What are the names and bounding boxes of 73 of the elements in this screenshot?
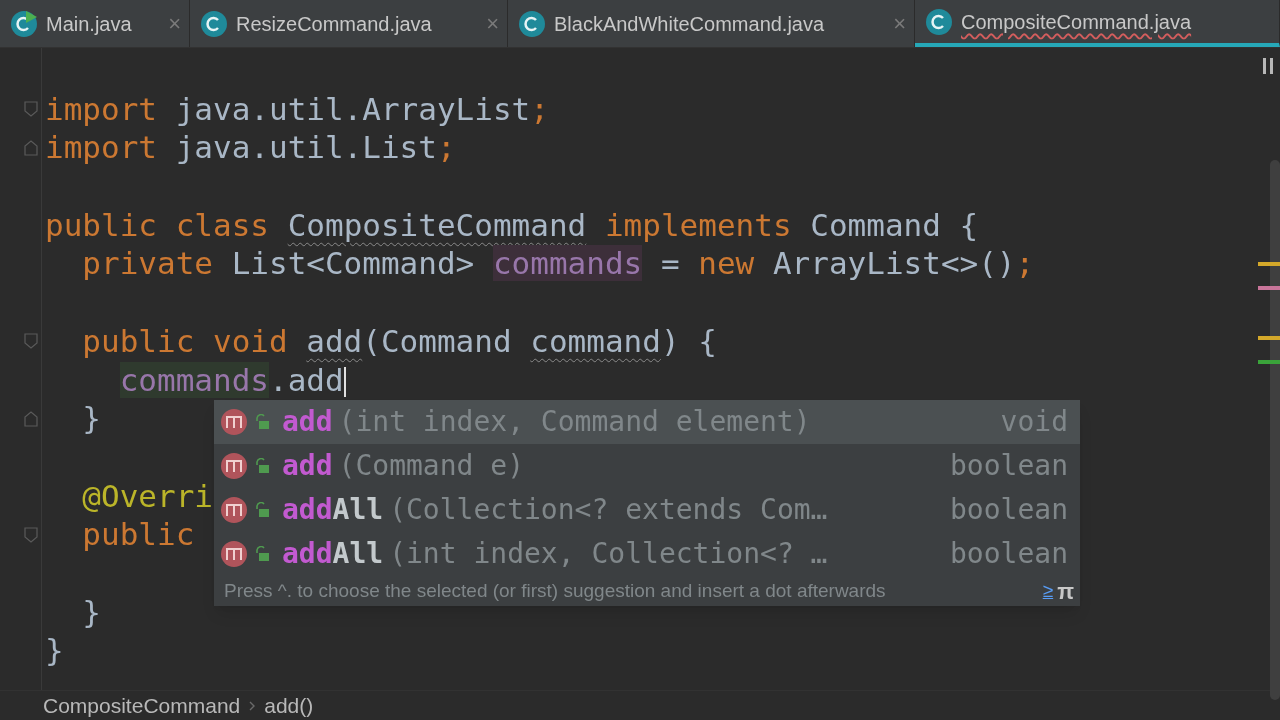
- class-icon: [200, 9, 228, 38]
- chevron-icon: [248, 699, 257, 712]
- code-token: (Command: [362, 322, 513, 359]
- code-token: command: [530, 322, 661, 359]
- fold-icon[interactable]: [24, 526, 38, 543]
- code-token: Command {: [810, 206, 979, 243]
- method-name: addAll: [282, 492, 384, 528]
- code-token: ;: [1015, 245, 1035, 282]
- method-name: add: [282, 448, 333, 484]
- editor-tab[interactable]: CompositeCommand.java: [915, 0, 1280, 47]
- code-token: new: [698, 245, 756, 282]
- code-token: .add: [268, 361, 344, 398]
- code-token: =: [659, 245, 681, 282]
- code-token: implements: [603, 206, 793, 243]
- lock-icon: [254, 414, 270, 430]
- fold-icon[interactable]: [24, 139, 38, 156]
- breadcrumb[interactable]: add(): [264, 689, 314, 720]
- code-token: ;: [530, 90, 549, 127]
- return-type: boolean: [950, 448, 1068, 484]
- completion-item[interactable]: addAll (Collection<? extends Com… boolean: [214, 488, 1080, 532]
- class-run-icon: [10, 9, 38, 38]
- code-token: import: [45, 129, 157, 166]
- code-token: import: [45, 90, 157, 127]
- inspection-icon[interactable]: [1262, 58, 1274, 74]
- code-token: }: [82, 400, 101, 437]
- method-params: (int index, Command element): [338, 404, 811, 440]
- tab-label: Main.java: [46, 11, 132, 37]
- class-icon: [518, 9, 546, 38]
- tab-label: CompositeCommand.java: [961, 9, 1192, 35]
- return-type: void: [1000, 404, 1068, 440]
- pi-symbol[interactable]: π: [1057, 574, 1074, 608]
- hint-link[interactable]: ≥: [1042, 576, 1054, 606]
- lock-icon: [254, 502, 270, 518]
- tab-label: ResizeCommand.java: [236, 11, 432, 37]
- method-icon: [220, 496, 248, 524]
- completion-item[interactable]: addAll (int index, Collection<? … boolean: [214, 532, 1080, 576]
- return-type: boolean: [950, 492, 1068, 528]
- code-token: public: [82, 516, 195, 553]
- code-token: ;: [436, 129, 456, 166]
- method-icon: [220, 540, 248, 568]
- code-token: }: [45, 632, 64, 669]
- code-token: @Overri: [82, 477, 213, 514]
- code-token: CompositeCommand: [287, 206, 587, 243]
- code-token: commands: [119, 361, 269, 398]
- fold-icon[interactable]: [24, 410, 38, 427]
- breadcrumb[interactable]: CompositeCommand: [43, 689, 241, 720]
- fold-icon[interactable]: [24, 101, 38, 118]
- method-params: (Command e): [338, 448, 524, 484]
- class-icon: [925, 7, 953, 36]
- method-name: addAll: [282, 536, 384, 572]
- tab-label: BlackAndWhiteCommand.java: [554, 11, 825, 37]
- code-token: public void: [82, 322, 289, 359]
- code-token: public class: [45, 206, 270, 243]
- lock-icon: [254, 458, 270, 474]
- code-token: commands: [492, 245, 643, 282]
- code-token: ) {: [660, 322, 717, 359]
- lock-icon: [254, 546, 270, 562]
- method-icon: [220, 452, 248, 480]
- hint-text: Press ^. to choose the selected (or first) suggestion and insert a dot afterwards: [224, 578, 886, 603]
- code-token: List<Command>: [231, 245, 476, 282]
- method-icon: [220, 408, 248, 436]
- code-token: private: [82, 245, 214, 282]
- code-token: java.util.ArrayList: [174, 90, 531, 127]
- code-token: add: [306, 322, 363, 359]
- method-params: (Collection<? extends Com…: [389, 492, 828, 528]
- code-token: ArrayList<>(): [772, 245, 1016, 282]
- method-params: (int index, Collection<? …: [389, 536, 828, 572]
- fold-icon[interactable]: [24, 333, 38, 350]
- method-name: add: [282, 404, 333, 440]
- code-token: java.util.List: [174, 129, 437, 166]
- scrollbar[interactable]: [1270, 160, 1280, 700]
- return-type: boolean: [950, 536, 1068, 572]
- code-token: }: [82, 593, 101, 630]
